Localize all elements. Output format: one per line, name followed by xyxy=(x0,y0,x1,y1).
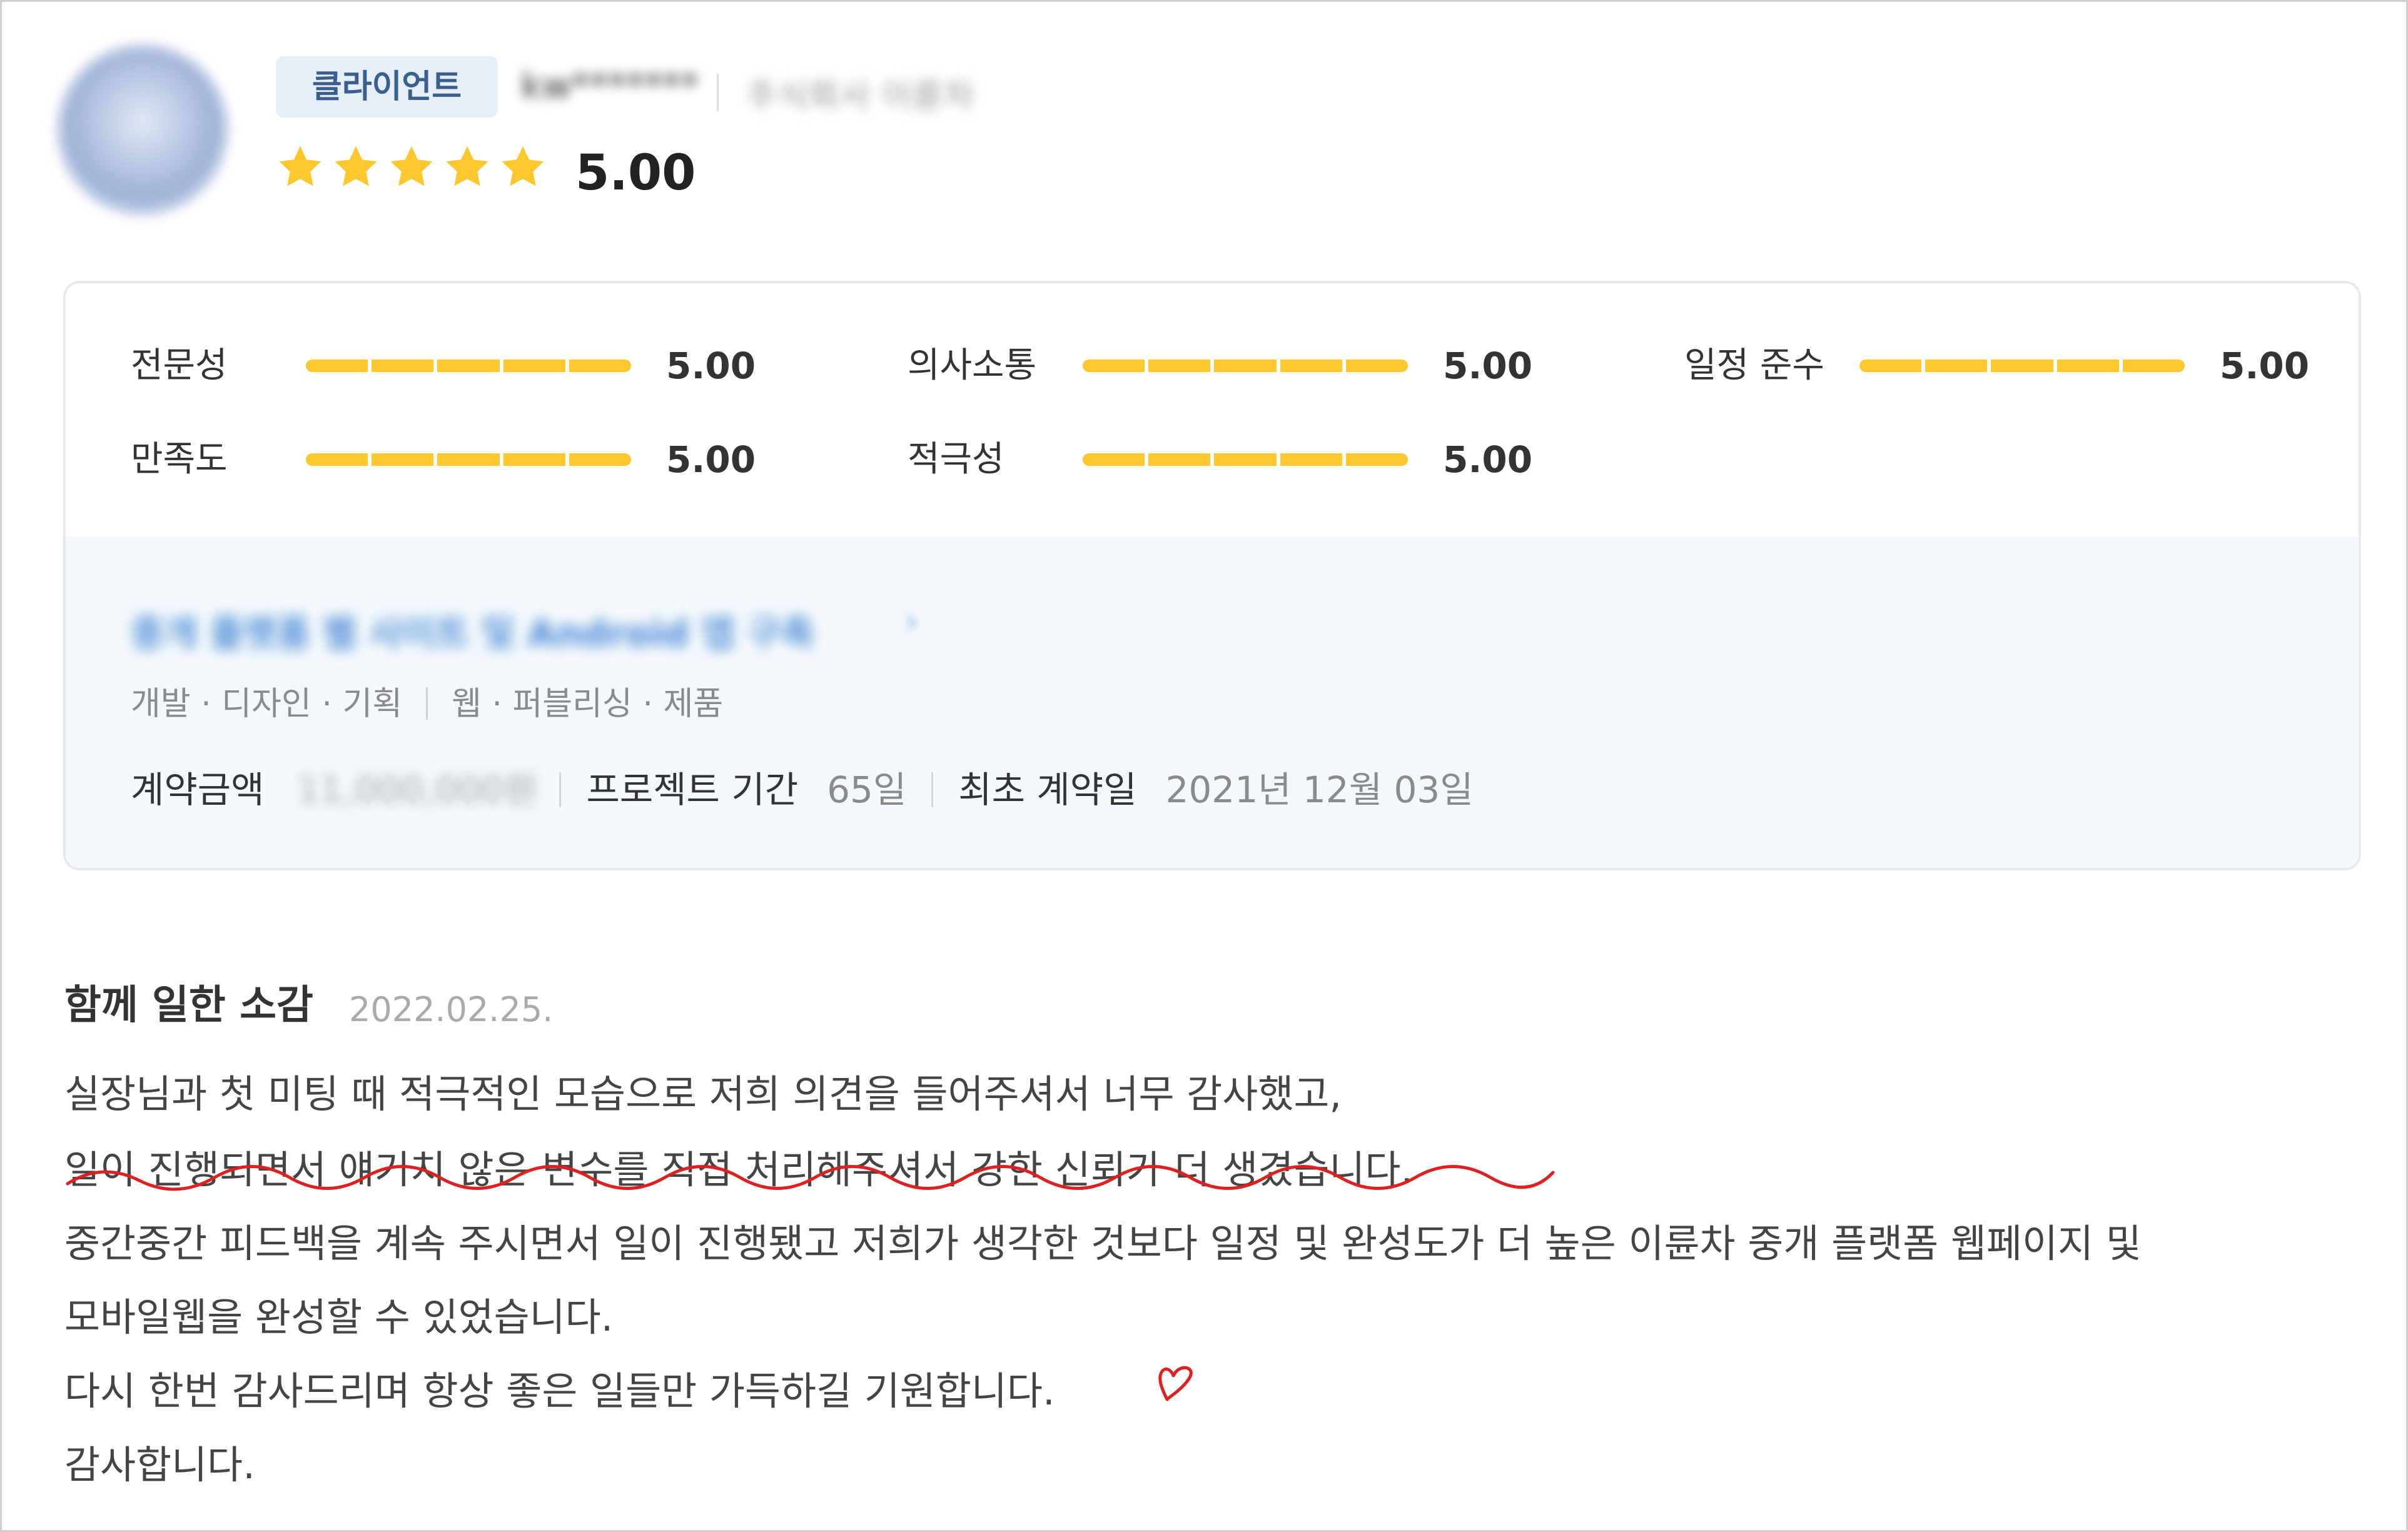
project-tags: 개발 · 디자인 · 기획 웹 · 퍼블리싱 · 제품 xyxy=(131,679,723,729)
feedback-line: 실장님과 첫 미팅 때 적극적인 모습으로 저희 의견을 들어주셔서 너무 감사… xyxy=(64,1071,1342,1117)
header-divider xyxy=(717,74,719,111)
star-rating xyxy=(276,143,547,191)
project-category-tags: 개발 · 디자인 · 기획 xyxy=(131,685,403,723)
rating-label: 의사소통 xyxy=(908,345,1037,386)
review-panel: 전문성 5.00 의사소통 5.00 일정 준수 5.00 만족도 5.00 적… xyxy=(63,281,2361,870)
feedback-line: 다시 한번 감사드리며 항상 좋은 일들만 가득하길 기원합니다. xyxy=(64,1368,1055,1414)
rating-bar xyxy=(1083,453,1409,466)
rating-bar xyxy=(1083,360,1409,372)
rating-value: 5.00 xyxy=(1443,438,1533,481)
first-contract-label: 최초 계약일 xyxy=(958,769,1137,811)
project-meta: 계약금액 11,000,000원 프로젝트 기간 65일 최초 계약일 2021… xyxy=(131,762,1474,818)
heart-doodle-icon xyxy=(1158,1366,1193,1401)
feedback-line: 감사합니다. xyxy=(64,1442,255,1488)
meta-divider xyxy=(931,772,934,807)
feedback-date: 2022.02.25. xyxy=(349,990,554,1029)
meta-divider xyxy=(559,772,562,807)
star-icon xyxy=(276,143,325,191)
tag-divider xyxy=(426,687,428,720)
client-company: 주식회사 이륜차 xyxy=(746,76,974,116)
rating-label: 만족도 xyxy=(131,439,228,480)
client-name: kw******* xyxy=(521,64,699,107)
rating-bar xyxy=(1859,360,2185,372)
rating-value: 5.00 xyxy=(1443,345,1533,387)
review-card: 클라이언트 kw******* 주식회사 이륜차 5.00 전문성 5.00 의… xyxy=(0,0,2408,1532)
star-icon xyxy=(387,143,436,191)
project-info: 중개 플랫폼 웹 사이트 및 Android 앱 구축 › 개발 · 디자인 ·… xyxy=(66,537,2359,868)
wavy-underline-annotation xyxy=(66,1165,1555,1191)
overall-score: 5.00 xyxy=(575,145,696,201)
client-badge: 클라이언트 xyxy=(276,56,498,118)
rating-value: 5.00 xyxy=(2220,345,2310,387)
star-icon xyxy=(443,143,492,191)
chevron-right-icon[interactable]: › xyxy=(904,599,919,643)
project-title-link[interactable]: 중개 플랫폼 웹 사이트 및 Android 앱 구축 xyxy=(131,604,814,657)
star-icon xyxy=(331,143,380,191)
star-icon xyxy=(498,143,547,191)
rating-bar xyxy=(306,360,632,372)
feedback-title: 함께 일한 소감 xyxy=(64,982,313,1029)
contract-amount-label: 계약금액 xyxy=(131,769,265,811)
rating-label: 일정 준수 xyxy=(1684,345,1824,386)
avatar xyxy=(58,46,227,214)
first-contract-value: 2021년 12월 03일 xyxy=(1165,769,1474,811)
rating-value: 5.00 xyxy=(666,438,756,481)
rating-value: 5.00 xyxy=(666,345,756,387)
rating-bar xyxy=(306,453,632,466)
project-period-value: 65일 xyxy=(827,769,907,811)
feedback-line: 모바일웹을 완성할 수 있었습니다. xyxy=(64,1294,614,1340)
project-period-label: 프로젝트 기간 xyxy=(586,769,799,811)
project-type-tags: 웹 · 퍼블리싱 · 제품 xyxy=(452,685,724,723)
rating-label: 전문성 xyxy=(131,345,228,386)
feedback-line: 중간중간 피드백을 계속 주시면서 일이 진행됐고 저희가 생각한 것보다 일정… xyxy=(64,1221,2142,1266)
contract-amount-value: 11,000,000원 xyxy=(296,769,538,811)
rating-label: 적극성 xyxy=(908,439,1004,480)
